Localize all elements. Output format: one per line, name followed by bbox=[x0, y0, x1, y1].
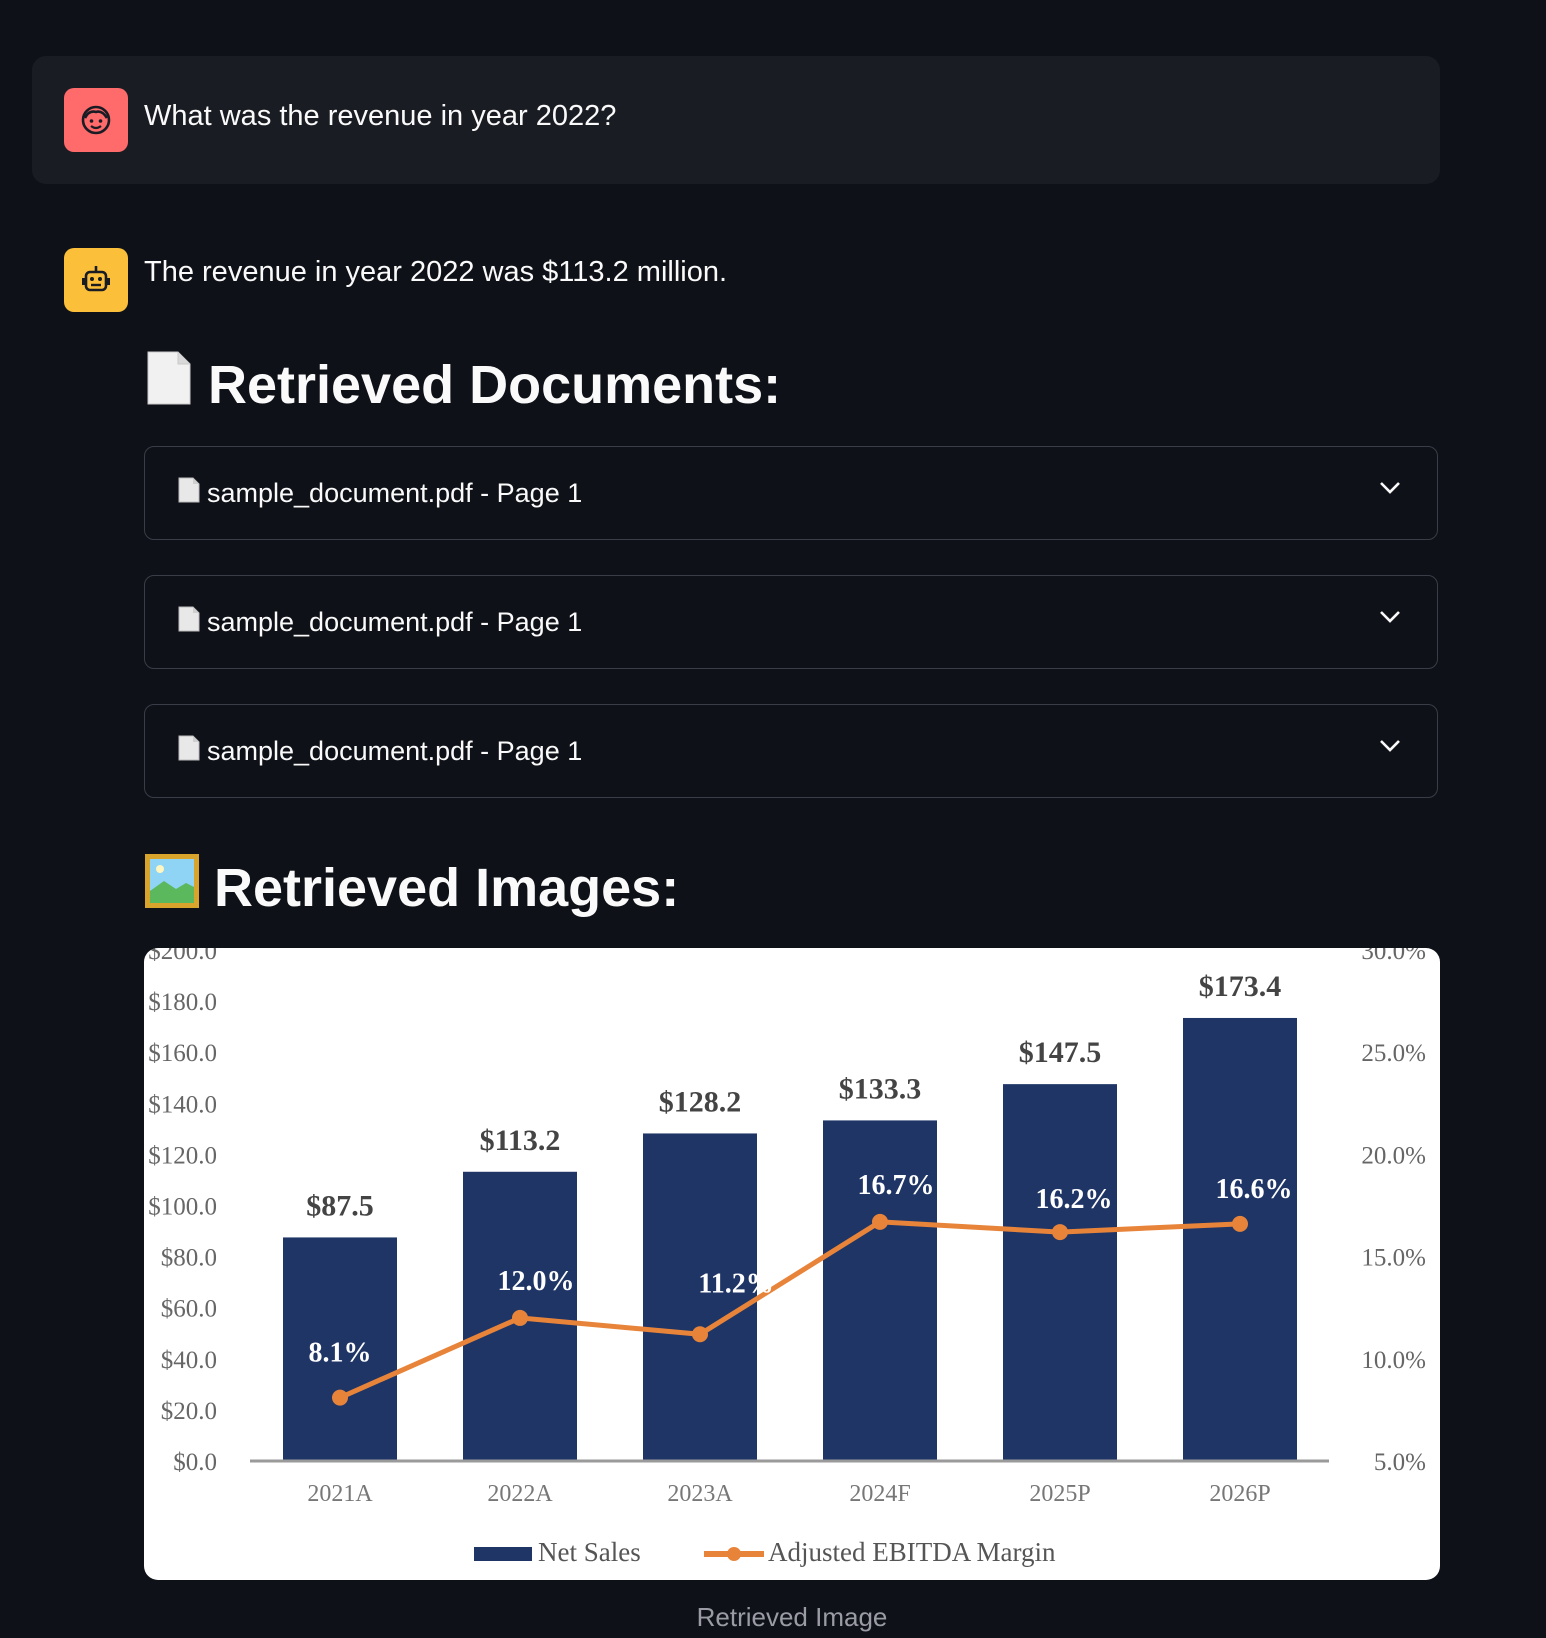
left-axis-tick-label: $20.0 bbox=[161, 1398, 217, 1425]
bar-value-label: $147.5 bbox=[1019, 1036, 1102, 1069]
x-axis-tick-label: 2026P bbox=[1209, 1481, 1270, 1507]
left-axis-tick-label: $80.0 bbox=[161, 1245, 217, 1272]
line-value-label: 8.1% bbox=[309, 1338, 372, 1369]
user-avatar-icon bbox=[64, 88, 128, 152]
right-axis-tick-label: 20.0% bbox=[1361, 1142, 1426, 1169]
ebitda-margin-point bbox=[872, 1213, 888, 1230]
right-axis-tick-label: 25.0% bbox=[1361, 1040, 1426, 1067]
left-axis-tick-label: $40.0 bbox=[161, 1347, 217, 1374]
retrieved-chart-image: $0.0 $20.0 $40.0 $60.0 $80.0 $100.0 $120.0 $140… bbox=[144, 948, 1440, 1580]
document-expander-label: sample_document.pdf - Page 1 bbox=[207, 607, 583, 637]
ebitda-margin-point bbox=[512, 1309, 528, 1326]
bar-net-sales bbox=[1183, 1017, 1297, 1461]
chevron-down-icon[interactable] bbox=[1379, 610, 1401, 629]
retrieved-images-heading: Retrieved Images: bbox=[144, 853, 679, 922]
line-value-label: 16.2% bbox=[1036, 1184, 1113, 1215]
assistant-message-text: The revenue in year 2022 was $113.2 mill… bbox=[144, 256, 728, 288]
user-message: What was the revenue in year 2022? bbox=[32, 56, 1440, 184]
bar-value-label: $113.2 bbox=[480, 1124, 561, 1157]
legend-net-sales-swatch bbox=[474, 1547, 532, 1561]
ebitda-margin-point bbox=[332, 1389, 348, 1406]
x-axis-tick-label: 2023A bbox=[667, 1481, 733, 1507]
right-axis-tick-label: 30.0% bbox=[1361, 948, 1426, 965]
combo-chart: $0.0 $20.0 $40.0 $60.0 $80.0 $100.0 $120.0 $140… bbox=[148, 948, 1426, 1567]
legend-net-sales-label: Net Sales bbox=[538, 1537, 641, 1567]
line-value-label: 16.6% bbox=[1216, 1174, 1293, 1205]
bar-net-sales bbox=[1003, 1084, 1117, 1461]
document-icon bbox=[177, 477, 201, 510]
document-icon bbox=[177, 606, 201, 639]
document-expander-3[interactable]: sample_document.pdf - Page 1 bbox=[144, 704, 1438, 798]
left-axis-tick-label: $60.0 bbox=[161, 1296, 217, 1323]
legend-ebitda-label: Adjusted EBITDA Margin bbox=[768, 1537, 1056, 1567]
right-axis-tick-label: 5.0% bbox=[1374, 1449, 1426, 1476]
bar-value-label: $133.3 bbox=[839, 1072, 922, 1105]
ebitda-margin-point bbox=[1052, 1224, 1068, 1241]
document-expander-label: sample_document.pdf - Page 1 bbox=[207, 736, 583, 766]
document-expander-1[interactable]: sample_document.pdf - Page 1 bbox=[144, 446, 1438, 540]
bar-value-label: $87.5 bbox=[306, 1189, 374, 1222]
x-axis-tick-label: 2024F bbox=[849, 1481, 910, 1507]
line-value-label: 12.0% bbox=[498, 1266, 575, 1297]
framed-picture-icon bbox=[144, 853, 200, 922]
document-expander-label: sample_document.pdf - Page 1 bbox=[207, 478, 583, 508]
ebitda-margin-point bbox=[692, 1326, 708, 1343]
right-axis-tick-label: 15.0% bbox=[1361, 1245, 1426, 1272]
line-value-label: 16.7% bbox=[858, 1170, 935, 1201]
x-axis-tick-label: 2022A bbox=[487, 1481, 553, 1507]
right-axis-tick-label: 10.0% bbox=[1361, 1347, 1426, 1374]
left-axis-tick-label: $160.0 bbox=[148, 1040, 217, 1067]
left-axis-tick-label: $100.0 bbox=[148, 1194, 217, 1221]
legend-ebitda-marker bbox=[727, 1547, 741, 1561]
left-axis-tick-label: $0.0 bbox=[173, 1449, 217, 1476]
left-axis-tick-label: $200.0 bbox=[148, 948, 217, 965]
bar-value-label: $173.4 bbox=[1199, 970, 1282, 1003]
x-axis-tick-label: 2021A bbox=[307, 1481, 373, 1507]
retrieved-documents-heading: Retrieved Documents: bbox=[144, 350, 781, 419]
assistant-avatar-icon bbox=[64, 248, 128, 312]
user-message-text: What was the revenue in year 2022? bbox=[144, 100, 617, 132]
left-axis-tick-label: $120.0 bbox=[148, 1142, 217, 1169]
line-value-label: 11.2% bbox=[698, 1268, 773, 1299]
ebitda-margin-point bbox=[1232, 1215, 1248, 1232]
document-expander-2[interactable]: sample_document.pdf - Page 1 bbox=[144, 575, 1438, 669]
page-facing-up-icon bbox=[144, 350, 194, 419]
left-axis-tick-label: $180.0 bbox=[148, 989, 217, 1016]
document-icon bbox=[177, 735, 201, 768]
left-axis-tick-label: $140.0 bbox=[148, 1091, 217, 1118]
image-caption: Retrieved Image bbox=[696, 1602, 888, 1632]
x-axis-tick-label: 2025P bbox=[1029, 1481, 1090, 1507]
chevron-down-icon[interactable] bbox=[1379, 481, 1401, 500]
bar-value-label: $128.2 bbox=[659, 1085, 742, 1118]
chevron-down-icon[interactable] bbox=[1379, 739, 1401, 758]
